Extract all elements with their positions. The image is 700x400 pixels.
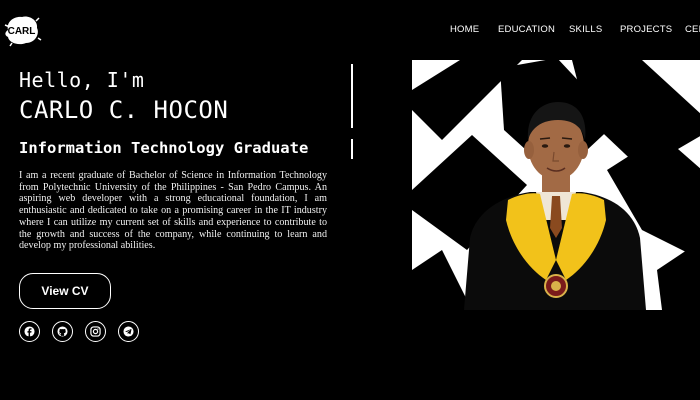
profile-photo <box>412 60 700 310</box>
logo-text: CARL <box>8 26 36 37</box>
instagram-icon <box>90 326 101 337</box>
telegram-link[interactable] <box>118 321 139 342</box>
github-link[interactable] <box>52 321 73 342</box>
nav-education[interactable]: EDUCATION <box>498 24 555 35</box>
main-nav: HOME EDUCATION SKILLS PROJECTS CER <box>450 24 700 38</box>
typing-caret <box>351 139 353 159</box>
telegram-icon <box>123 326 134 337</box>
role-typing-text: Information Technology Graduate <box>19 139 309 157</box>
full-name-heading: CARLO C. HOCON <box>19 96 229 124</box>
profile-photo-illustration <box>412 60 700 310</box>
facebook-link[interactable] <box>19 321 40 342</box>
instagram-link[interactable] <box>85 321 106 342</box>
brush-splash-logo-icon: CARL <box>4 16 42 47</box>
view-cv-button[interactable]: View CV <box>19 273 111 309</box>
typing-divider <box>351 64 353 128</box>
site-logo[interactable]: CARL <box>2 12 42 48</box>
nav-projects[interactable]: PROJECTS <box>620 24 672 35</box>
bio-paragraph: I am a recent graduate of Bachelor of Sc… <box>19 170 327 252</box>
greeting-text: Hello, I'm <box>19 68 145 92</box>
nav-home[interactable]: HOME <box>450 24 479 35</box>
facebook-icon <box>24 326 35 337</box>
github-icon <box>57 326 68 337</box>
nav-certificates[interactable]: CER <box>685 24 700 35</box>
nav-skills[interactable]: SKILLS <box>569 24 602 35</box>
portfolio-page: CARL HOME EDUCATION SKILLS PROJECTS CER … <box>0 0 700 400</box>
